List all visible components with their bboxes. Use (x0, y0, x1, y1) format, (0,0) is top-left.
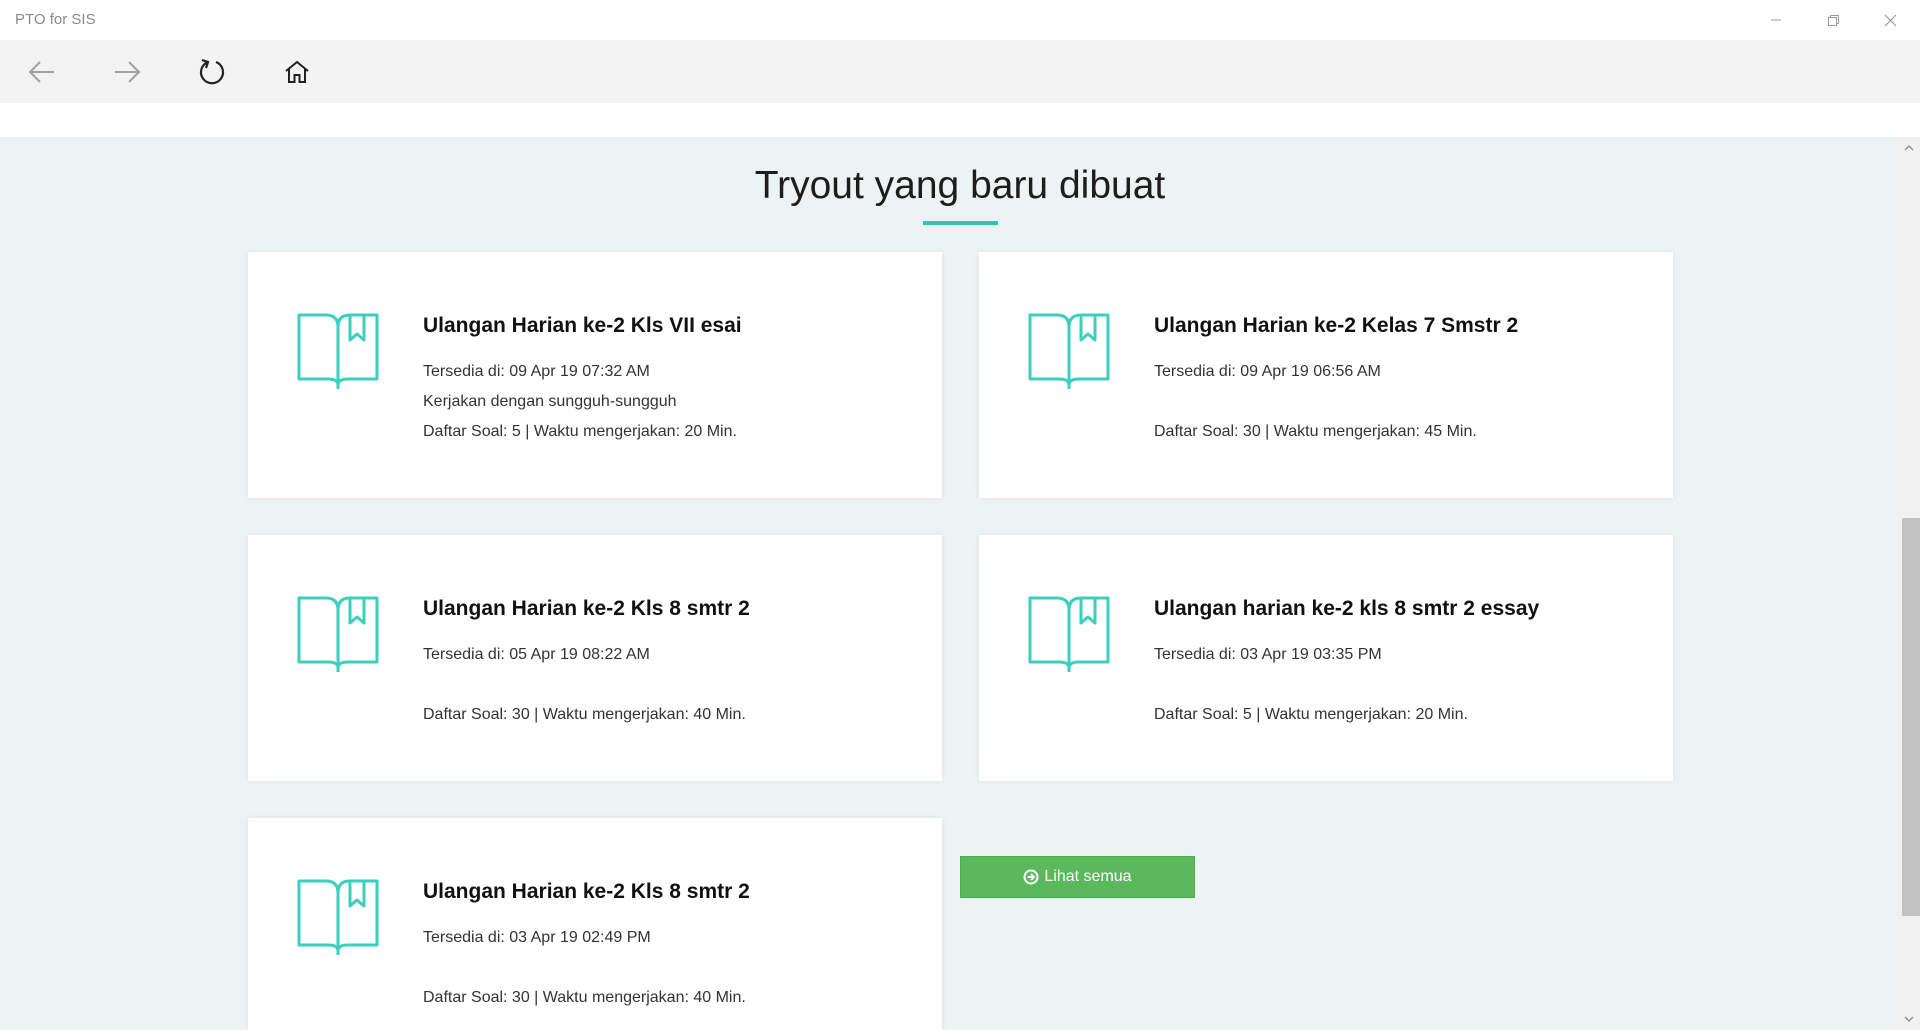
card-available-date: Tersedia di: 05 Apr 19 08:22 AM (423, 646, 650, 663)
tryout-card[interactable]: Ulangan Harian ke-2 Kls 8 smtr 2 Tersedi… (248, 818, 942, 1030)
title-bar: PTO for SIS (0, 0, 1920, 40)
card-available-date: Tersedia di: 03 Apr 19 03:35 PM (1154, 646, 1382, 663)
navigation-bar (0, 40, 1920, 103)
chevron-down-icon (1904, 1016, 1914, 1022)
card-meta: Daftar Soal: 5 | Waktu mengerjakan: 20 M… (1154, 706, 1468, 723)
main-content: Tryout yang baru dibuat Ulangan Harian k… (0, 137, 1898, 1030)
card-title[interactable]: Ulangan harian ke-2 kls 8 smtr 2 essay (1154, 597, 1539, 621)
tryout-card[interactable]: Ulangan Harian ke-2 Kls 8 smtr 2 Tersedi… (248, 535, 942, 781)
card-meta: Daftar Soal: 30 | Waktu mengerjakan: 40 … (423, 989, 746, 1006)
open-book-icon (1028, 313, 1110, 389)
arrow-right-icon (115, 61, 141, 83)
tryout-card[interactable]: Ulangan harian ke-2 kls 8 smtr 2 essay T… (979, 535, 1673, 781)
home-icon (285, 60, 309, 83)
section-title: Tryout yang baru dibuat (754, 164, 1166, 207)
card-description: Kerjakan dengan sungguh-sungguh (423, 393, 677, 410)
minimize-button[interactable] (1748, 0, 1804, 40)
card-title[interactable]: Ulangan Harian ke-2 Kelas 7 Smstr 2 (1154, 314, 1518, 338)
open-book-icon (1028, 596, 1110, 672)
minimize-icon (1771, 19, 1781, 21)
restore-button[interactable] (1805, 0, 1861, 40)
close-icon (1884, 14, 1896, 26)
scroll-up-button[interactable] (1898, 139, 1920, 156)
scroll-down-button[interactable] (1898, 1011, 1920, 1028)
see-all-button[interactable]: Lihat semua (960, 856, 1195, 898)
forward-button[interactable] (105, 50, 149, 94)
header-strip (0, 103, 1898, 137)
tryout-card[interactable]: Ulangan Harian ke-2 Kls VII esai Tersedi… (248, 252, 942, 498)
chevron-up-icon (1904, 145, 1914, 151)
card-title[interactable]: Ulangan Harian ke-2 Kls 8 smtr 2 (423, 880, 750, 904)
vertical-scrollbar[interactable] (1898, 137, 1920, 1030)
home-button[interactable] (275, 50, 319, 94)
close-button[interactable] (1862, 0, 1918, 40)
tryout-card[interactable]: Ulangan Harian ke-2 Kelas 7 Smstr 2 Ters… (979, 252, 1673, 498)
refresh-button[interactable] (190, 50, 234, 94)
open-book-icon (297, 596, 379, 672)
arrow-left-icon (28, 61, 54, 83)
card-title[interactable]: Ulangan Harian ke-2 Kls VII esai (423, 314, 742, 338)
title-underline (923, 221, 998, 225)
card-meta: Daftar Soal: 30 | Waktu mengerjakan: 40 … (423, 706, 746, 723)
app-title: PTO for SIS (15, 11, 96, 28)
restore-icon (1827, 14, 1839, 26)
card-available-date: Tersedia di: 09 Apr 19 06:56 AM (1154, 363, 1381, 380)
refresh-icon (199, 58, 225, 85)
card-title[interactable]: Ulangan Harian ke-2 Kls 8 smtr 2 (423, 597, 750, 621)
back-button[interactable] (20, 50, 64, 94)
card-available-date: Tersedia di: 09 Apr 19 07:32 AM (423, 363, 650, 380)
card-meta: Daftar Soal: 30 | Waktu mengerjakan: 45 … (1154, 423, 1477, 440)
arrow-circle-right-icon (1023, 869, 1039, 885)
card-meta: Daftar Soal: 5 | Waktu mengerjakan: 20 M… (423, 423, 737, 440)
see-all-label: Lihat semua (1044, 868, 1132, 885)
open-book-icon (297, 879, 379, 955)
open-book-icon (297, 313, 379, 389)
scrollbar-thumb[interactable] (1902, 518, 1920, 916)
card-available-date: Tersedia di: 03 Apr 19 02:49 PM (423, 929, 651, 946)
